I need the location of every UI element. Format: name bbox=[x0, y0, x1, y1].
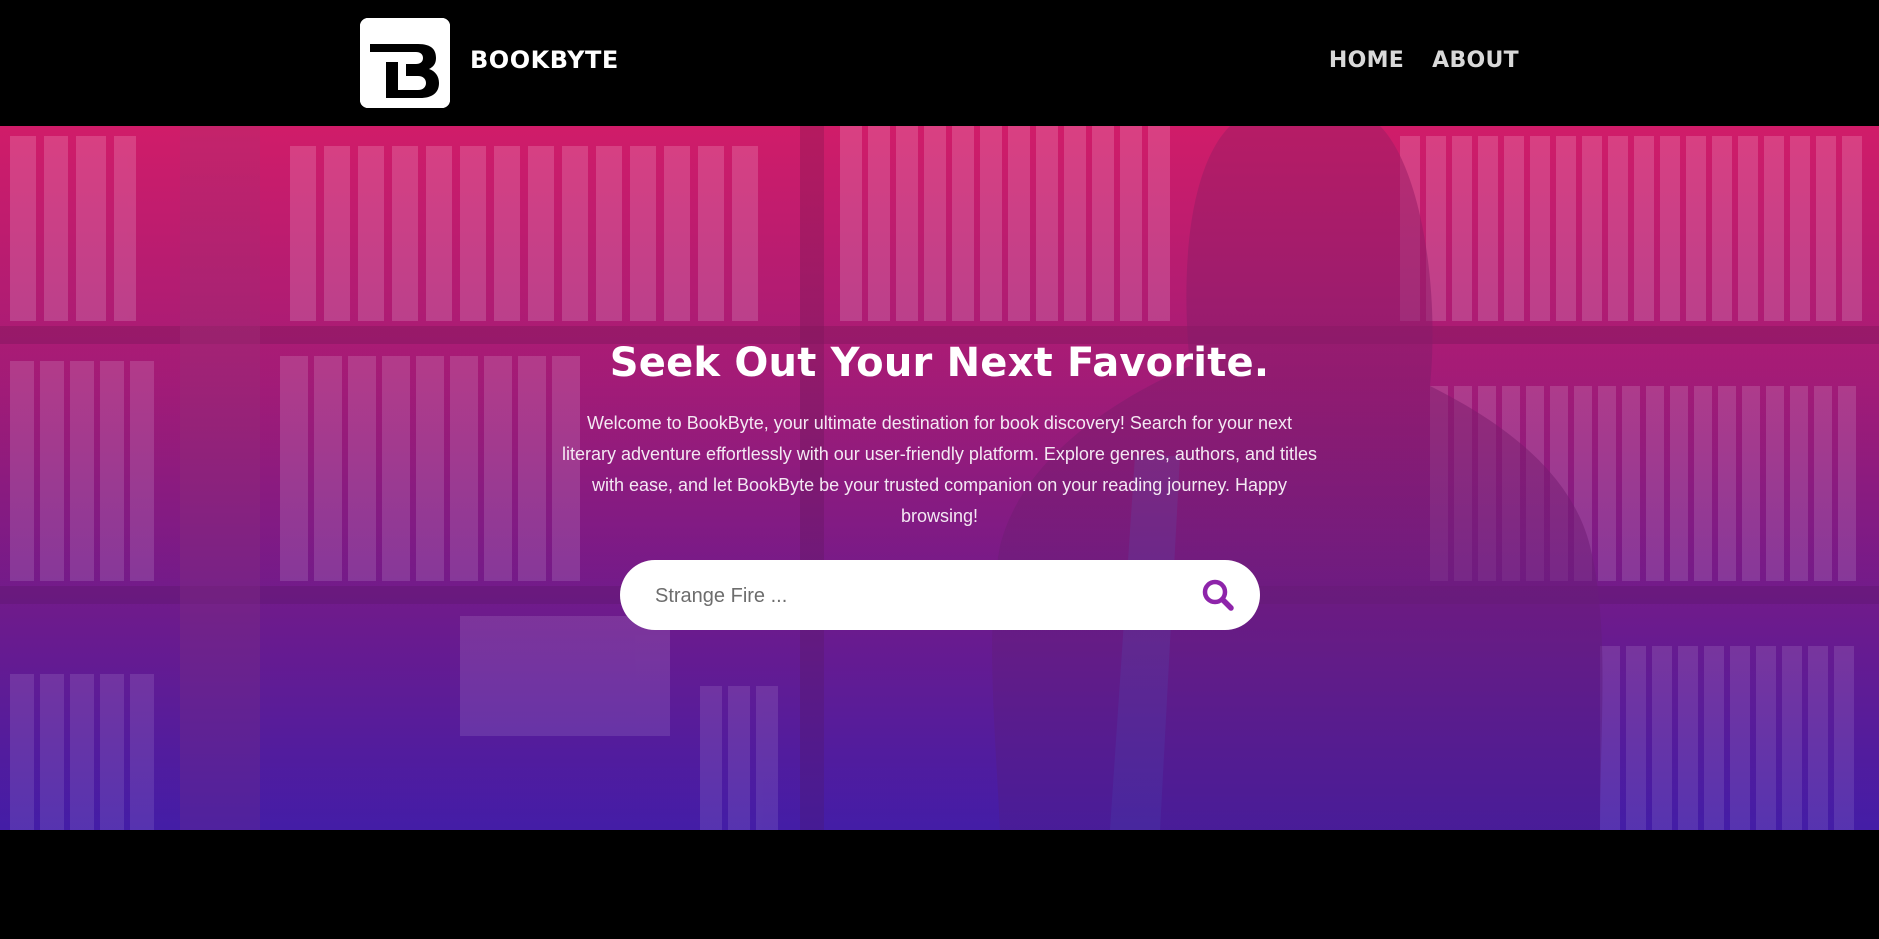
nav-about-link[interactable]: ABOUT bbox=[1432, 48, 1519, 73]
hero-description: Welcome to BookByte, your ultimate desti… bbox=[561, 413, 1317, 526]
search-icon bbox=[1202, 579, 1234, 611]
bookbyte-logo-icon[interactable] bbox=[360, 18, 450, 108]
search-button[interactable] bbox=[1198, 575, 1238, 615]
nav-home-link[interactable]: HOME bbox=[1329, 48, 1404, 73]
brand-name[interactable]: BOOKBYTE bbox=[470, 46, 619, 74]
search-input[interactable] bbox=[653, 560, 1177, 632]
hero-content: Seek Out Your Next Favorite. Welcome to … bbox=[0, 340, 1879, 532]
site-header: BOOKBYTE HOME ABOUT bbox=[0, 0, 1879, 126]
main-nav: HOME ABOUT bbox=[1329, 48, 1519, 73]
hero-title: Seek Out Your Next Favorite. bbox=[609, 340, 1270, 386]
page-bottom-strip bbox=[0, 830, 1879, 939]
hero-section: Seek Out Your Next Favorite. Welcome to … bbox=[0, 126, 1879, 830]
page: BOOKBYTE HOME ABOUT Seek Out Your Next F… bbox=[0, 0, 1879, 939]
search-bar bbox=[620, 560, 1260, 632]
